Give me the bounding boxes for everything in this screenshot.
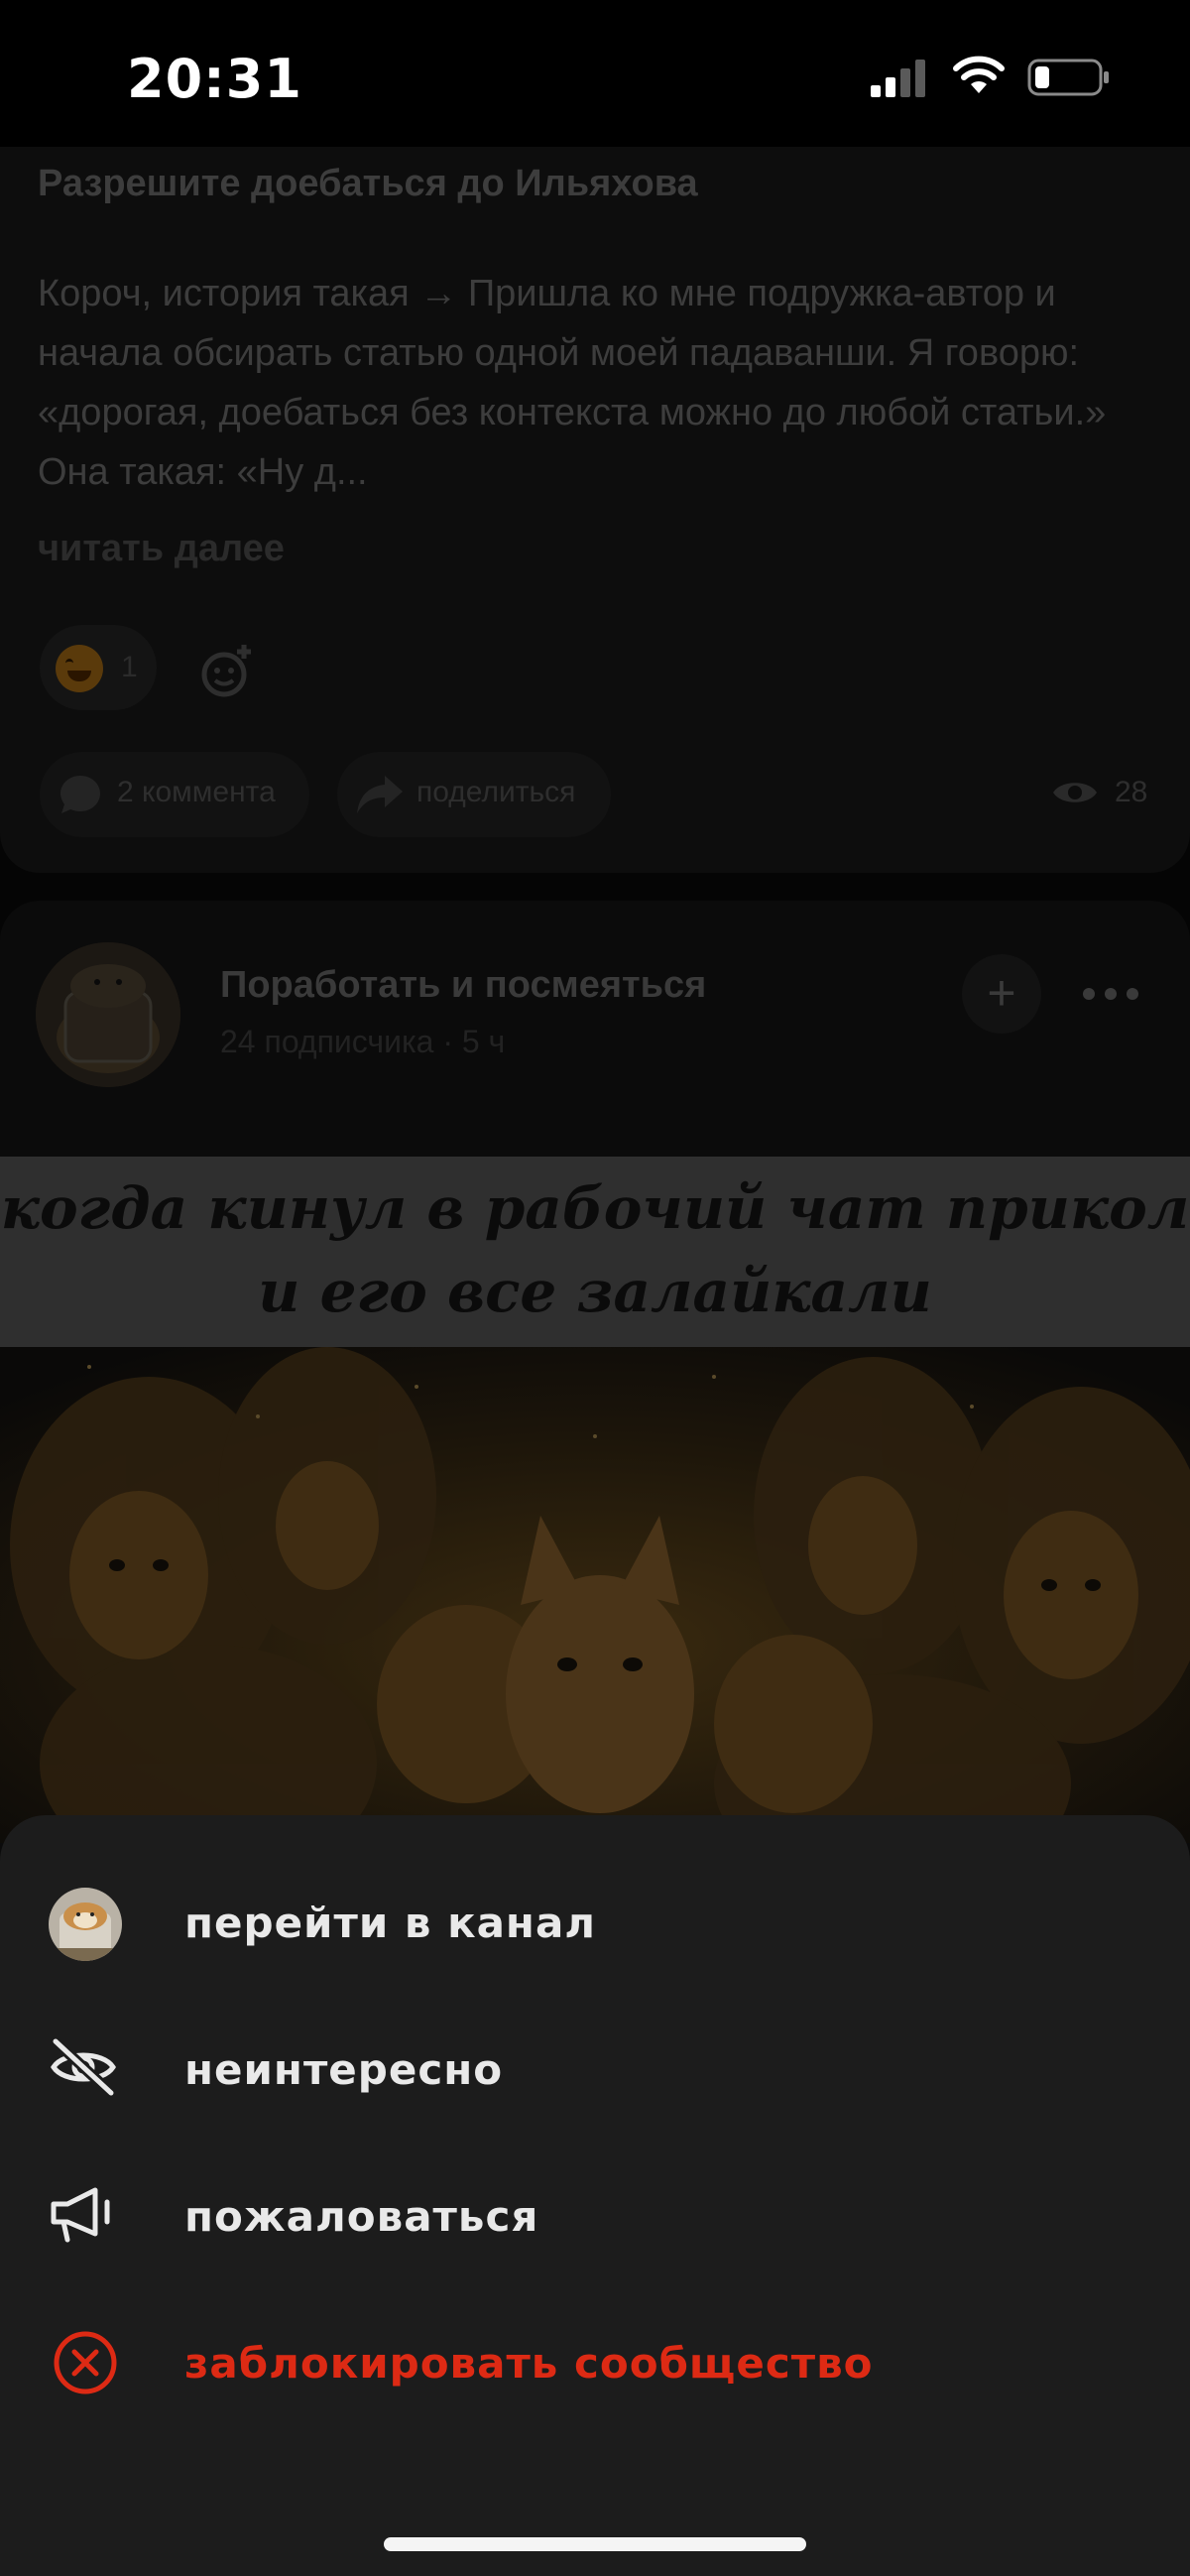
laughing-emoji-icon [56,645,103,692]
channel-name[interactable]: Поработать и посмеяться [220,964,706,1007]
channel-avatar[interactable] [36,942,180,1087]
battery-icon [1027,59,1109,96]
menu-item-not-interested[interactable]: неинтересно [0,2004,1190,2133]
comment-icon [60,776,100,813]
signal-icon [871,60,925,97]
menu-label-block-community: заблокировать сообщество [184,2339,874,2388]
menu-item-report[interactable]: пожаловаться [0,2150,1190,2279]
eye-icon [1053,783,1097,802]
menu-item-go-to-channel[interactable]: перейти в канал [0,1857,1190,1986]
reaction-count: 1 [121,651,138,683]
feed: Разрешите доебаться до Ильяхова Короч, и… [0,0,1190,1893]
menu-label-report: пожаловаться [184,2192,539,2241]
share-label: поделиться [416,776,576,808]
status-bar: 20:31 [0,0,1190,147]
add-reaction-icon[interactable] [198,643,256,700]
comments-label: 2 коммента [117,776,276,808]
menu-item-block-community[interactable]: заблокировать сообщество [0,2297,1190,2426]
plus-icon: + [987,965,1016,1021]
lions-and-cat-picture [0,1347,1190,1843]
menu-label-not-interested: неинтересно [184,2045,504,2094]
post-body[interactable]: Короч, история такая → Пришла ко мне под… [38,264,1148,502]
meme-caption-line1: когда кинул в рабочий чат прикол [0,1174,1190,1242]
eye-off-icon [51,2036,116,2098]
read-more-link[interactable]: читать далее [38,528,285,570]
views-count: 28 [1115,776,1148,808]
channel-meta: 24 подписчика · 5 ч [220,1024,506,1059]
meme-caption: когда кинул в рабочий чат прикол и его в… [0,1166,1190,1333]
share-icon [357,776,403,813]
post-title[interactable]: Разрешите доебаться до Ильяхова [38,163,698,205]
subscribe-button[interactable]: + [962,954,1041,1034]
more-options-icon[interactable] [1081,984,1140,1004]
megaphone-icon [51,2187,110,2243]
meme-caption-line2: и его все залайкали [258,1258,932,1325]
channel-avatar-icon [49,1888,122,1961]
wifi-icon [953,56,1005,93]
status-time: 20:31 [127,48,302,110]
menu-label-go-to-channel: перейти в канал [184,1899,597,1947]
hamster-jar-image [36,942,180,1087]
home-indicator [384,2537,806,2551]
block-circle-x-icon [54,2331,117,2394]
meme-image[interactable] [0,1347,1190,1843]
